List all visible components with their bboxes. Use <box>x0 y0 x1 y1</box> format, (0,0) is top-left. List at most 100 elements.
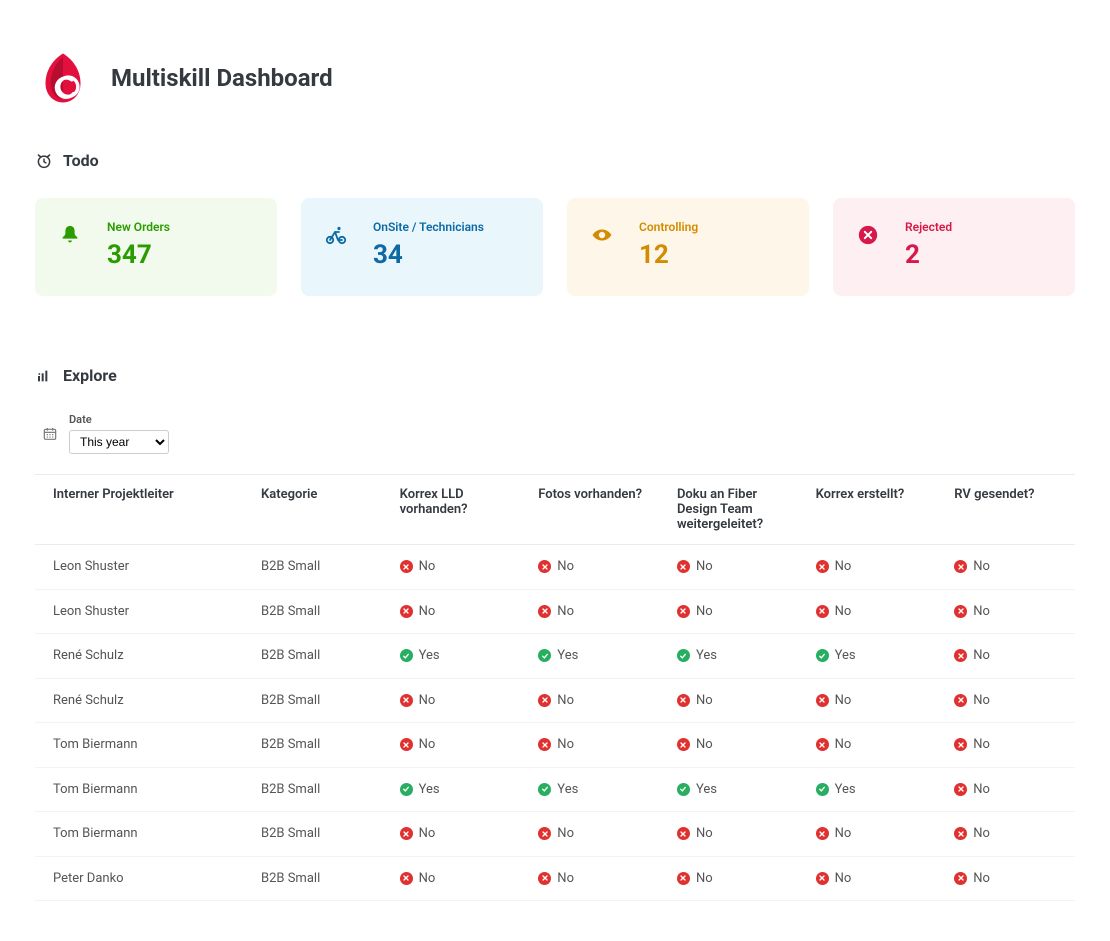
cell-bool: No <box>520 589 659 634</box>
x-circle-icon <box>400 605 413 618</box>
table-row[interactable]: René SchulzB2B SmallYesYesYesYesNo <box>35 634 1075 679</box>
cell-bool: No <box>382 545 521 590</box>
table-row[interactable]: Tom BiermannB2B SmallYesYesYesYesNo <box>35 767 1075 812</box>
cell-bool: No <box>520 678 659 723</box>
check-circle-icon <box>400 649 413 662</box>
cell-bool: No <box>936 723 1075 768</box>
cell-bool: No <box>520 545 659 590</box>
cell-bool: No <box>382 723 521 768</box>
cell-kategorie: B2B Small <box>243 856 382 901</box>
table-row[interactable]: Peter DankoB2B SmallNoNoNoNoNo <box>35 856 1075 901</box>
bool-no-cell: No <box>954 559 990 574</box>
orders-table: Interner ProjektleiterKategorieKorrex LL… <box>35 474 1075 901</box>
x-circle-icon <box>677 872 690 885</box>
x-circle-icon <box>538 738 551 751</box>
cell-bool: Yes <box>798 767 937 812</box>
x-circle-icon <box>816 872 829 885</box>
cell-bool: No <box>659 856 798 901</box>
bool-yes-cell: Yes <box>400 782 440 797</box>
bool-yes-cell: Yes <box>400 648 440 663</box>
check-circle-icon <box>400 783 413 796</box>
cell-bool: No <box>520 856 659 901</box>
table-row[interactable]: René SchulzB2B SmallNoNoNoNoNo <box>35 678 1075 723</box>
x-circle-icon <box>538 605 551 618</box>
x-circle-icon <box>677 738 690 751</box>
cell-bool: No <box>520 723 659 768</box>
table-header-cell: Fotos vorhanden? <box>520 475 659 545</box>
bool-no-cell: No <box>954 604 990 619</box>
table-row[interactable]: Leon ShusterB2B SmallNoNoNoNoNo <box>35 589 1075 634</box>
cell-bool: No <box>936 767 1075 812</box>
x-circle-icon <box>954 827 967 840</box>
cell-kategorie: B2B Small <box>243 545 382 590</box>
bool-no-cell: No <box>954 693 990 708</box>
table-header-cell: Doku an Fiber Design Team weitergeleitet… <box>659 475 798 545</box>
card-controlling[interactable]: Controlling 12 <box>567 198 809 296</box>
x-circle-icon <box>954 560 967 573</box>
cell-projektleiter: Leon Shuster <box>35 589 243 634</box>
bicycle-icon <box>323 222 349 248</box>
bool-no-cell: No <box>538 693 574 708</box>
cell-bool: No <box>936 678 1075 723</box>
table-header-cell: Kategorie <box>243 475 382 545</box>
x-circle-icon <box>538 872 551 885</box>
bool-no-cell: No <box>677 871 713 886</box>
x-circle-icon <box>538 694 551 707</box>
bool-no-cell: No <box>954 871 990 886</box>
todo-heading: Todo <box>35 151 1075 170</box>
x-circle-icon <box>816 738 829 751</box>
cell-kategorie: B2B Small <box>243 589 382 634</box>
cell-bool: No <box>936 545 1075 590</box>
bool-no-cell: No <box>538 826 574 841</box>
table-row[interactable]: Tom BiermannB2B SmallNoNoNoNoNo <box>35 723 1075 768</box>
page-header: Multiskill Dashboard <box>35 50 1075 106</box>
explore-heading-label: Explore <box>63 366 117 385</box>
bool-no-cell: No <box>400 604 436 619</box>
bool-no-cell: No <box>677 826 713 841</box>
cell-bool: Yes <box>659 767 798 812</box>
cell-bool: No <box>798 678 937 723</box>
alarm-icon <box>35 152 53 170</box>
card-onsite[interactable]: OnSite / Technicians 34 <box>301 198 543 296</box>
bool-yes-cell: Yes <box>538 648 578 663</box>
bool-no-cell: No <box>816 604 852 619</box>
table-header-cell: RV gesendet? <box>936 475 1075 545</box>
x-circle-icon <box>400 738 413 751</box>
x-circle-icon <box>677 605 690 618</box>
cell-bool: No <box>798 589 937 634</box>
cell-kategorie: B2B Small <box>243 634 382 679</box>
bool-no-cell: No <box>538 559 574 574</box>
bool-no-cell: No <box>816 737 852 752</box>
bool-no-cell: No <box>677 693 713 708</box>
cell-bool: No <box>659 545 798 590</box>
x-circle-icon <box>677 694 690 707</box>
bool-yes-cell: Yes <box>538 782 578 797</box>
x-circle-icon <box>954 605 967 618</box>
bool-no-cell: No <box>954 737 990 752</box>
date-filter-select[interactable]: This year <box>69 430 169 454</box>
cell-kategorie: B2B Small <box>243 812 382 857</box>
bool-no-cell: No <box>816 559 852 574</box>
cell-bool: Yes <box>382 767 521 812</box>
x-circle-icon <box>400 827 413 840</box>
cell-bool: No <box>382 812 521 857</box>
bool-no-cell: No <box>816 871 852 886</box>
table-row[interactable]: Tom BiermannB2B SmallNoNoNoNoNo <box>35 812 1075 857</box>
table-row[interactable]: Leon ShusterB2B SmallNoNoNoNoNo <box>35 545 1075 590</box>
cell-bool: No <box>382 678 521 723</box>
check-circle-icon <box>538 783 551 796</box>
cell-bool: No <box>936 856 1075 901</box>
x-circle-icon <box>538 827 551 840</box>
cell-projektleiter: Tom Biermann <box>35 812 243 857</box>
x-circle-icon <box>954 649 967 662</box>
stat-card-row: New Orders 347 OnSite / Technicians 34 <box>35 198 1075 296</box>
bool-no-cell: No <box>954 826 990 841</box>
table-header-cell: Korrex LLD vorhanden? <box>382 475 521 545</box>
cell-projektleiter: René Schulz <box>35 678 243 723</box>
card-new-orders[interactable]: New Orders 347 <box>35 198 277 296</box>
check-circle-icon <box>816 783 829 796</box>
cell-bool: No <box>798 723 937 768</box>
bool-no-cell: No <box>538 871 574 886</box>
cell-bool: Yes <box>382 634 521 679</box>
card-rejected[interactable]: Rejected 2 <box>833 198 1075 296</box>
